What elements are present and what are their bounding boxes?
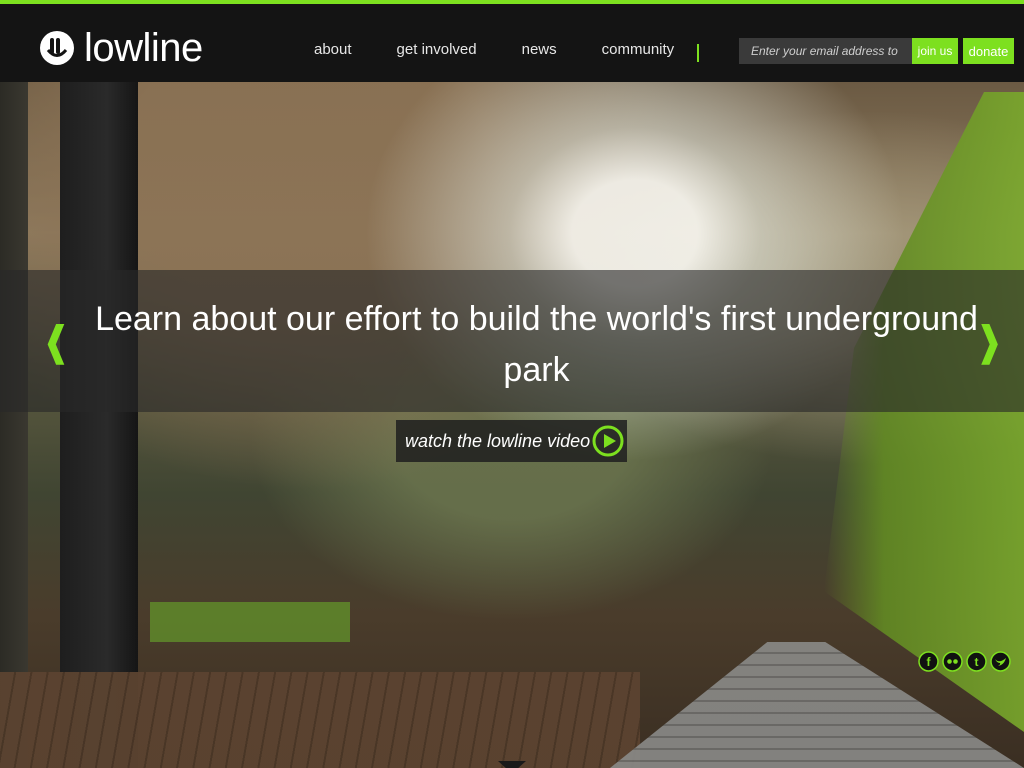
- join-us-button[interactable]: join us: [912, 38, 958, 64]
- facebook-icon[interactable]: f: [918, 651, 939, 672]
- nav-divider: [697, 44, 699, 62]
- site-header: lowline about get involved news communit…: [0, 4, 1024, 82]
- hero-pillar: [60, 82, 138, 768]
- play-circle-icon[interactable]: [592, 425, 624, 457]
- brand-name: lowline: [84, 26, 203, 70]
- main-nav: about get involved news community: [314, 41, 674, 58]
- chevron-right-icon[interactable]: ❱: [975, 318, 1004, 366]
- hero-headline: Learn about our effort to build the worl…: [95, 300, 978, 389]
- nav-community[interactable]: community: [602, 41, 675, 58]
- hero-pillar-left: [0, 82, 28, 768]
- watch-video-label: watch the lowline video: [405, 430, 591, 451]
- hero-lawn: [150, 602, 350, 642]
- nav-about[interactable]: about: [314, 41, 352, 58]
- tumblr-icon[interactable]: t: [966, 651, 987, 672]
- donate-button[interactable]: donate: [963, 38, 1014, 64]
- email-input[interactable]: [739, 38, 912, 64]
- svg-text:t: t: [975, 655, 979, 669]
- nav-news[interactable]: news: [522, 41, 557, 58]
- lowline-logo-icon: [40, 31, 74, 65]
- logo[interactable]: lowline: [40, 28, 203, 68]
- chevron-left-icon[interactable]: ❰: [42, 318, 71, 366]
- flickr-icon[interactable]: [942, 651, 963, 672]
- nav-get-involved[interactable]: get involved: [397, 41, 477, 58]
- hero-deck: [0, 672, 640, 768]
- hero-green-wall: [824, 92, 1024, 732]
- twitter-icon[interactable]: [990, 651, 1011, 672]
- social-links: f t: [918, 651, 1011, 672]
